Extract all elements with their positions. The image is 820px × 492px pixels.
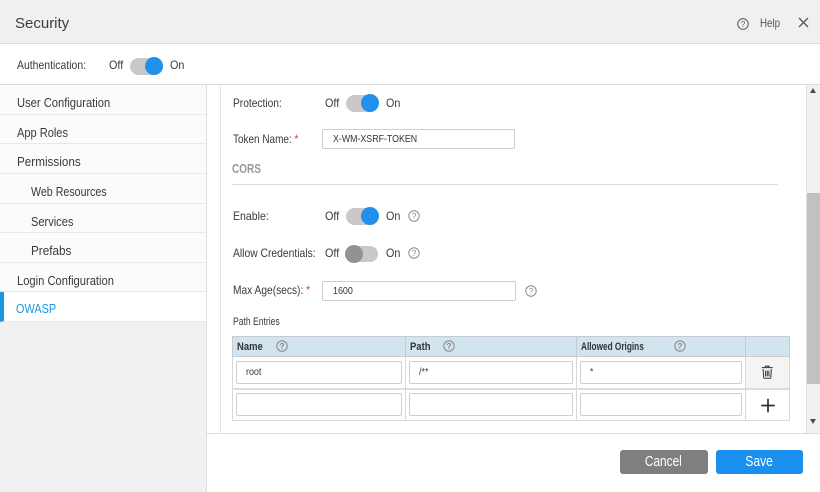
svg-text:?: ? [446,341,451,351]
svg-text:?: ? [412,248,417,258]
svg-text:?: ? [677,341,682,351]
svg-text:?: ? [412,211,417,221]
svg-text:?: ? [279,341,284,351]
svg-text:?: ? [528,286,533,296]
svg-text:?: ? [740,18,745,28]
